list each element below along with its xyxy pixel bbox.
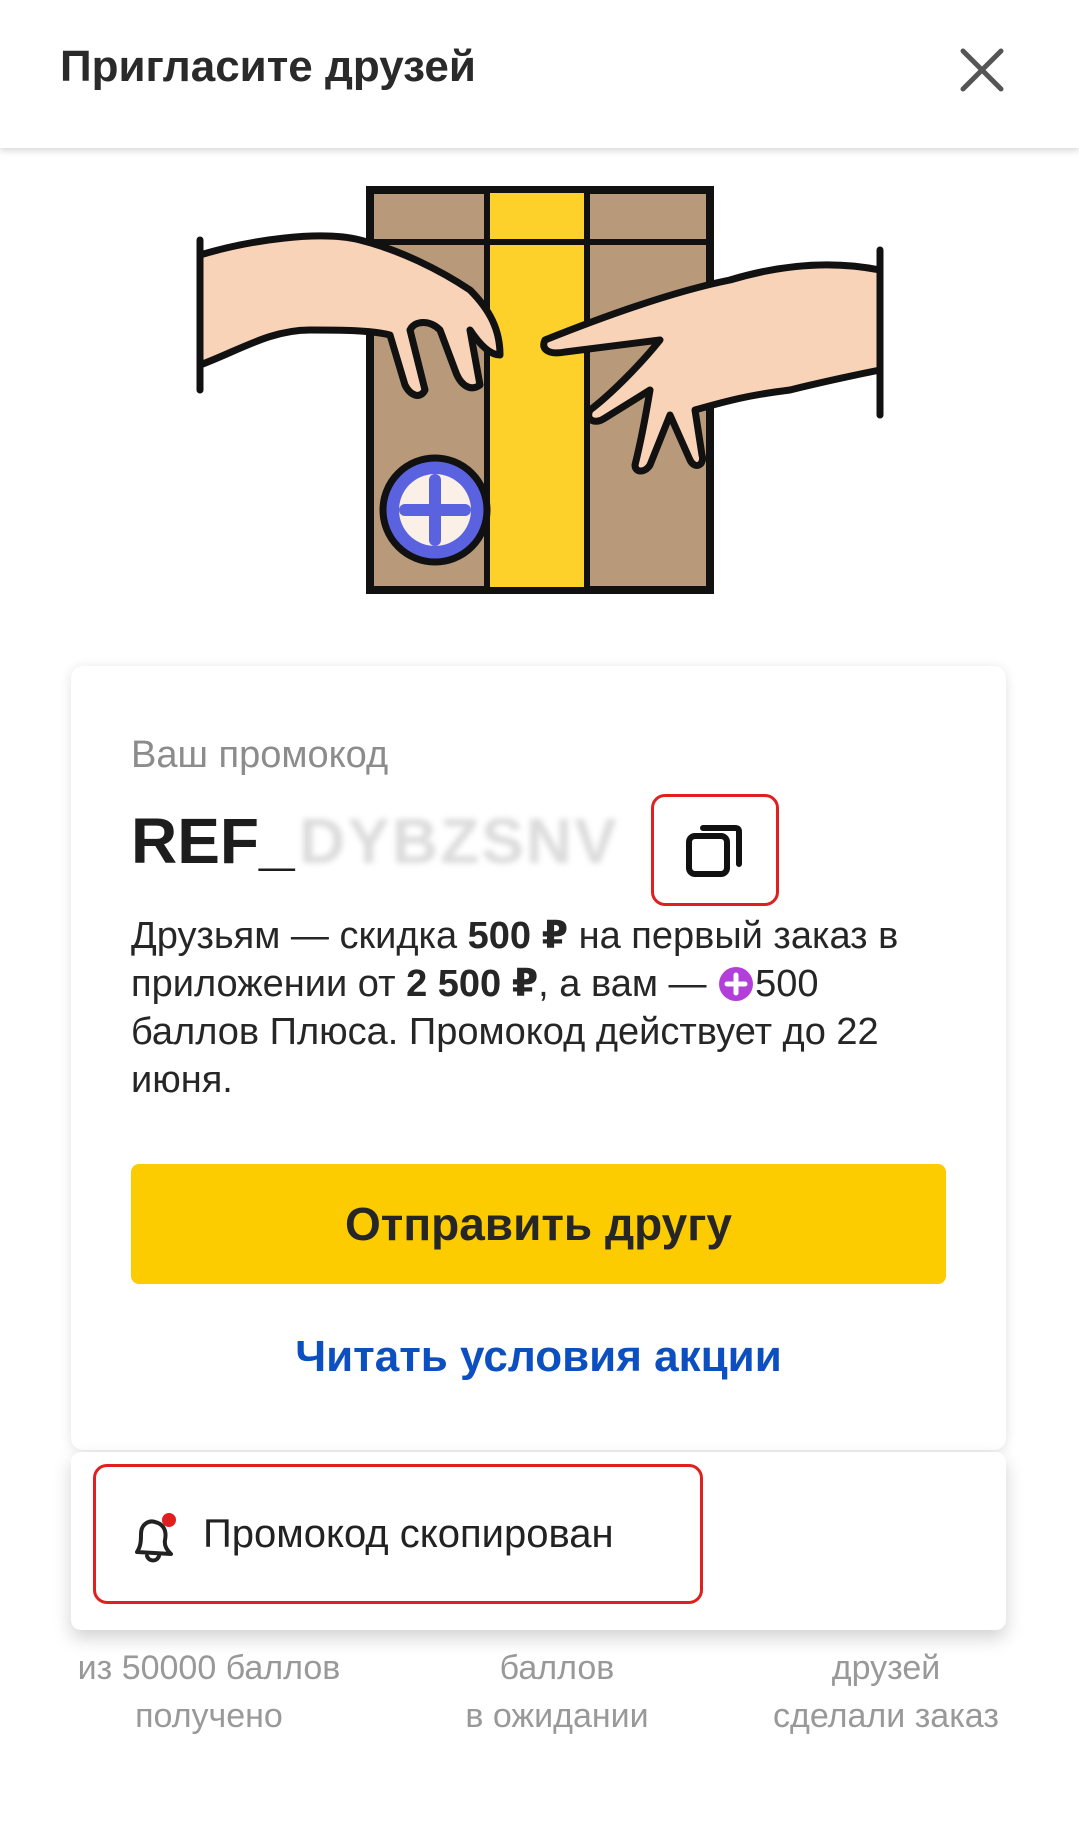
stat-points-pending: баллов в ожидании (407, 1644, 707, 1740)
header: Пригласите друзей (0, 0, 1079, 148)
stat-friends-ordered: друзей сделали заказ (736, 1644, 1036, 1740)
stat-sublabel: получено (135, 1697, 283, 1735)
toast-notification: Промокод скопирован (71, 1452, 1006, 1630)
toast-text: Промокод скопирован (203, 1512, 614, 1556)
close-button[interactable] (950, 38, 1014, 102)
plus-badge-icon (379, 454, 491, 566)
send-to-friend-button[interactable]: Отправить другу (131, 1164, 946, 1284)
stat-label: из 50000 баллов (77, 1649, 341, 1687)
bell-icon (135, 1513, 176, 1563)
page-title: Пригласите друзей (60, 42, 476, 91)
gift-box-hands-illustration (196, 186, 884, 594)
promo-card: Ваш промокод REF_ DYBZSNV Друзьям — скид… (71, 666, 1006, 1450)
stat-points-received: из 50000 баллов получено (59, 1644, 359, 1740)
copy-icon (686, 825, 742, 877)
copy-button[interactable] (651, 794, 779, 906)
stat-label: баллов (499, 1649, 615, 1687)
close-icon (960, 48, 1004, 92)
promo-description: Друзьям — скидка 500 ₽ на первый заказ в… (131, 915, 899, 1101)
promo-code-prefix: REF_ (131, 805, 295, 877)
terms-link[interactable]: Читать условия акции (71, 1332, 1006, 1382)
promo-code-row: REF_ DYBZSNV (131, 794, 831, 906)
stat-sublabel: сделали заказ (773, 1697, 999, 1735)
stat-label: друзей (831, 1649, 941, 1687)
plus-points-icon (719, 967, 754, 1001)
promo-code-masked: DYBZSNV (299, 805, 619, 877)
promo-label: Ваш промокод (131, 734, 389, 776)
stat-sublabel: в ожидании (465, 1697, 649, 1735)
